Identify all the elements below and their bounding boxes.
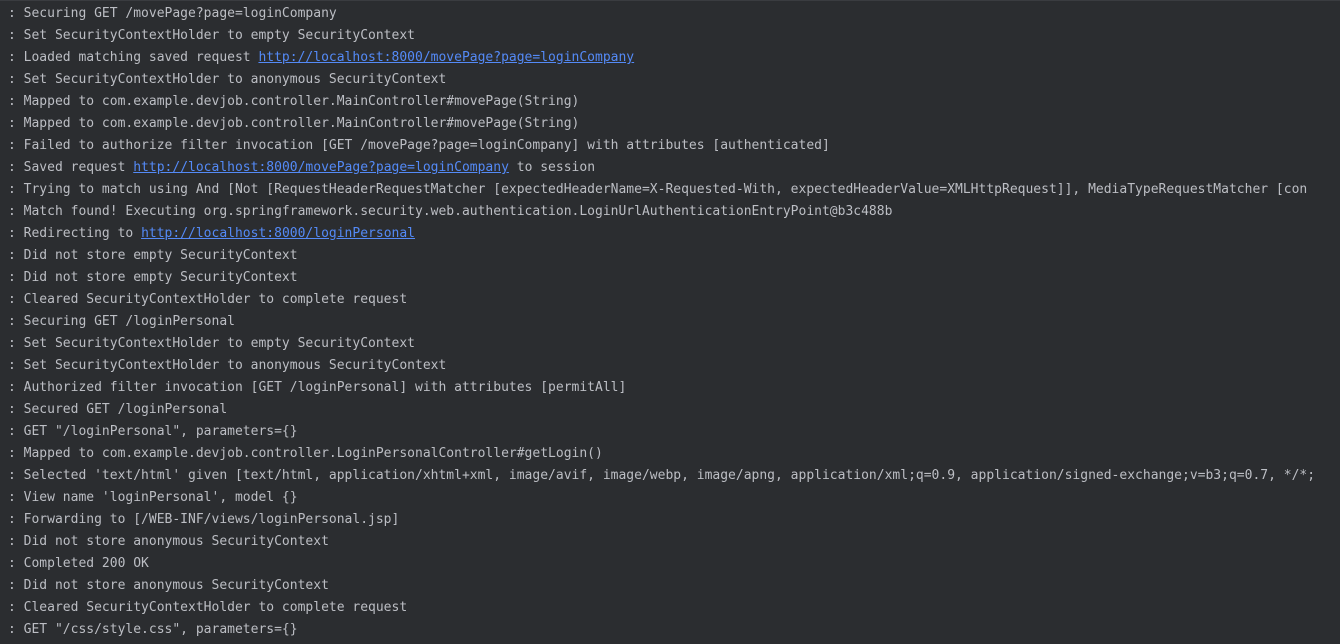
log-line: : Selected 'text/html' given [text/html,… [8,465,1315,487]
log-line: : Saved request http://localhost:8000/mo… [8,157,1315,179]
log-line: : Mapped to com.example.devjob.controlle… [8,443,1315,465]
log-text: : Cleared SecurityContextHolder to compl… [8,292,408,307]
console-log: : Securing GET /movePage?page=loginCompa… [8,3,1315,641]
console-output-panel[interactable]: : Securing GET /movePage?page=loginCompa… [0,0,1340,644]
log-text: : Set SecurityContextHolder to empty Sec… [8,28,415,43]
log-text: : Saved request [8,160,134,175]
log-text: : Trying to match using And [Not [Reques… [8,182,1308,197]
log-line: : Set SecurityContextHolder to empty Sec… [8,25,1315,47]
log-line: : View name 'loginPersonal', model {} [8,487,1315,509]
log-text: : Secured GET /loginPersonal [8,402,228,417]
log-line: : Match found! Executing org.springframe… [8,201,1315,223]
log-line: : Set SecurityContextHolder to anonymous… [8,69,1315,91]
log-line: : Securing GET /movePage?page=loginCompa… [8,3,1315,25]
log-text: : Loaded matching saved request [8,50,259,65]
log-line: : Cleared SecurityContextHolder to compl… [8,289,1315,311]
log-text: : Set SecurityContextHolder to empty Sec… [8,336,415,351]
log-line: : Did not store empty SecurityContext [8,245,1315,267]
log-text: : GET "/css/style.css", parameters={} [8,622,298,637]
log-text: : Mapped to com.example.devjob.controlle… [8,94,580,109]
log-text: : GET "/loginPersonal", parameters={} [8,424,298,439]
log-line: : Cleared SecurityContextHolder to compl… [8,597,1315,619]
log-line: : GET "/loginPersonal", parameters={} [8,421,1315,443]
log-line: : Did not store anonymous SecurityContex… [8,575,1315,597]
log-line: : Secured GET /loginPersonal [8,399,1315,421]
log-url-link[interactable]: http://localhost:8000/movePage?page=logi… [258,50,634,65]
log-text: : Completed 200 OK [8,556,149,571]
log-line: : Forwarding to [/WEB-INF/views/loginPer… [8,509,1315,531]
log-text: : View name 'loginPersonal', model {} [8,490,298,505]
log-text: : Did not store empty SecurityContext [8,270,298,285]
log-text: : Securing GET /movePage?page=loginCompa… [8,6,337,21]
log-text: : Cleared SecurityContextHolder to compl… [8,600,408,615]
log-text: : Set SecurityContextHolder to anonymous… [8,72,447,87]
log-text: to session [508,160,596,175]
log-line: : Mapped to com.example.devjob.controlle… [8,91,1315,113]
log-text: : Did not store empty SecurityContext [8,248,298,263]
log-text: : Forwarding to [/WEB-INF/views/loginPer… [8,512,400,527]
log-line: : Did not store empty SecurityContext [8,267,1315,289]
log-text: : Mapped to com.example.devjob.controlle… [8,446,603,461]
log-text: : Did not store anonymous SecurityContex… [8,578,329,593]
log-line: : Authorized filter invocation [GET /log… [8,377,1315,399]
log-line: : Set SecurityContextHolder to empty Sec… [8,333,1315,355]
log-url-link[interactable]: http://localhost:8000/movePage?page=logi… [133,160,509,175]
log-text: : Match found! Executing org.springframe… [8,204,893,219]
log-text: : Redirecting to [8,226,142,241]
log-text: : Authorized filter invocation [GET /log… [8,380,627,395]
log-text: : Selected 'text/html' given [text/html,… [8,468,1316,483]
log-text: : Securing GET /loginPersonal [8,314,235,329]
log-line: : Securing GET /loginPersonal [8,311,1315,333]
log-line: : GET "/css/style.css", parameters={} [8,619,1315,641]
log-line: : Trying to match using And [Not [Reques… [8,179,1315,201]
log-line: : Redirecting to http://localhost:8000/l… [8,223,1315,245]
panel-divider [0,0,1340,1]
log-line: : Mapped to com.example.devjob.controlle… [8,113,1315,135]
log-line: : Completed 200 OK [8,553,1315,575]
log-line: : Loaded matching saved request http://l… [8,47,1315,69]
log-line: : Did not store anonymous SecurityContex… [8,531,1315,553]
log-text: : Failed to authorize filter invocation … [8,138,830,153]
log-line: : Set SecurityContextHolder to anonymous… [8,355,1315,377]
log-text: : Set SecurityContextHolder to anonymous… [8,358,447,373]
log-text: : Mapped to com.example.devjob.controlle… [8,116,580,131]
log-text: : Did not store anonymous SecurityContex… [8,534,329,549]
log-line: : Failed to authorize filter invocation … [8,135,1315,157]
log-url-link[interactable]: http://localhost:8000/loginPersonal [141,226,415,241]
